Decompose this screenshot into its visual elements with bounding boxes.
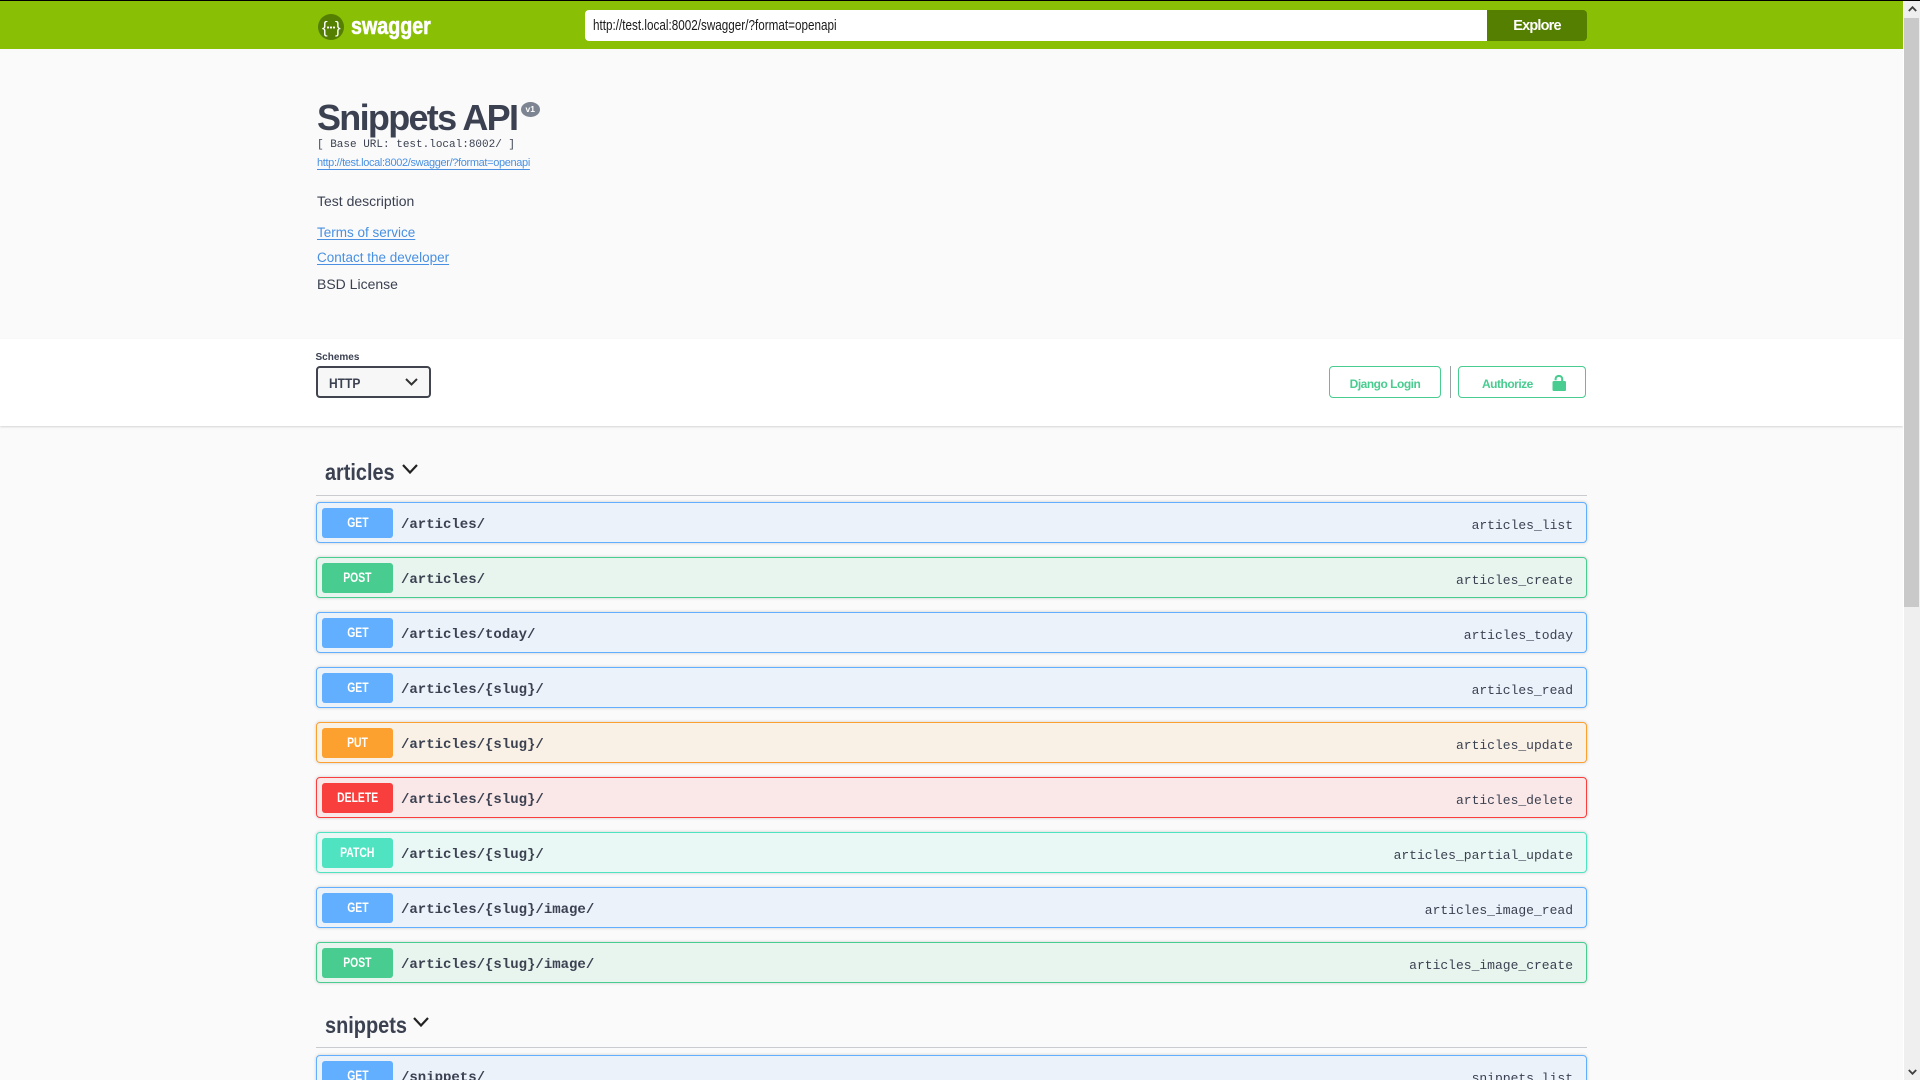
svg-text:}: } xyxy=(335,18,341,37)
